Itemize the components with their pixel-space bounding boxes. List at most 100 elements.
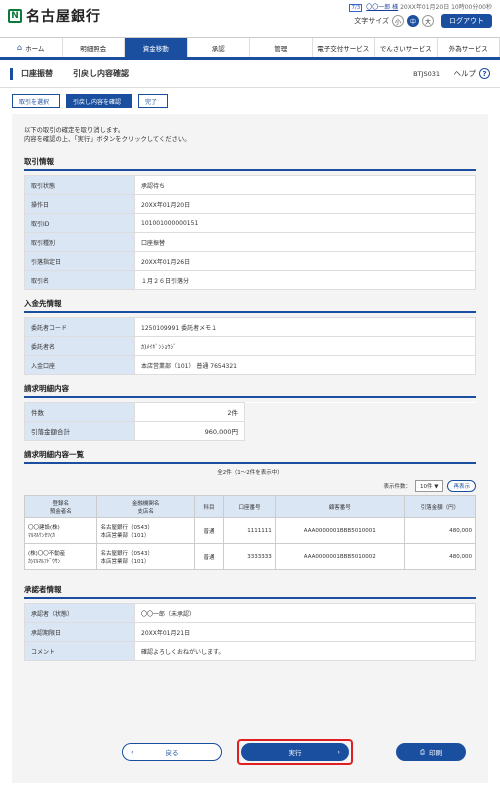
- help-label: ヘルプ: [453, 69, 477, 78]
- row-key: 承認者（状態）: [24, 603, 135, 623]
- col-header: 金融機関名 支店名: [96, 495, 195, 518]
- table-row: 取引状態 承認待ち: [24, 175, 476, 195]
- cell-type: 普通: [193, 543, 225, 570]
- home-icon: ⌂: [17, 43, 23, 52]
- action-buttons: ‹ 戻る 実行 › ⎙ 印刷: [0, 735, 500, 769]
- col-header: 登録名 預金者名: [23, 495, 98, 518]
- font-size-small-button[interactable]: 小: [392, 15, 404, 27]
- billing-summary-table: 件数 2件 引落金額合計 960,000円: [24, 402, 476, 441]
- nav-statements[interactable]: 明細照会: [63, 38, 125, 57]
- row-key: 入金口座: [24, 355, 135, 375]
- row-key: 承認期限日: [24, 622, 135, 642]
- user-badge: 7/3: [349, 4, 363, 12]
- nav-label: ホーム: [25, 44, 45, 53]
- cell-bank: 名古屋銀行（0543） 本店営業部（101）: [96, 517, 195, 544]
- execute-button[interactable]: 実行 ›: [241, 743, 349, 761]
- bank-name: 名古屋銀行: [26, 9, 101, 25]
- print-label: 印刷: [429, 749, 443, 757]
- approver-info-table: 承認者（状態） 〇〇一郎（未承認） 承認期限日 20XX年01月21日 コメント 確認…: [24, 603, 476, 661]
- nav-home[interactable]: ⌂ ホーム: [0, 38, 63, 57]
- bank-logo[interactable]: N 名古屋銀行: [8, 6, 101, 26]
- chevron-left-icon: ‹: [131, 748, 134, 756]
- nav-forex[interactable]: 外為サービス: [438, 38, 500, 57]
- logout-button[interactable]: ログアウト: [441, 14, 492, 28]
- printer-icon: ⎙: [419, 747, 426, 756]
- nav-approval[interactable]: 承認: [188, 38, 250, 57]
- row-value: 本店営業部（101） 普通 7654321: [134, 355, 476, 375]
- cell-amount: 480,000: [403, 543, 477, 570]
- row-key: 引落金額合計: [24, 421, 135, 441]
- deposit-info-table: 委託者コード 1250109991 委託者メモ１ 委託者名 ｶ)ﾒｲｷﾞﾝｼｮｳｼﾞ…: [24, 317, 476, 375]
- row-value: 20XX年01月20日: [134, 194, 476, 214]
- user-name-link[interactable]: 〇〇一郎 様: [366, 4, 398, 11]
- table-row: 委託者名 ｶ)ﾒｲｷﾞﾝｼｮｳｼﾞ: [24, 336, 476, 356]
- row-key: 取引種別: [24, 232, 135, 252]
- cell-line: ｶ)ﾏﾙﾏﾙﾌﾄﾞｳｻﾝ: [28, 558, 61, 565]
- display-count-select[interactable]: 10件 ▼: [415, 480, 444, 492]
- redisplay-button[interactable]: 再表示: [447, 480, 476, 492]
- row-key: 引落指定日: [24, 251, 135, 271]
- print-button[interactable]: ⎙ 印刷: [396, 743, 466, 761]
- title-accent: [10, 67, 13, 80]
- font-size-medium-button[interactable]: 中: [407, 15, 419, 27]
- cell-line: 名古屋銀行（0543）: [100, 524, 153, 531]
- table-row: 引落金額合計 960,000円: [24, 421, 476, 441]
- cell-customer: AAA0000001BBB5010001: [274, 517, 405, 544]
- table-header-row: 登録名 預金者名 金融機関名 支店名 科目 口座番号 顧客番号 引落金額（円）: [23, 495, 477, 518]
- row-value: １月２６日引落分: [134, 270, 476, 290]
- row-value: 1250109991 委託者メモ１: [134, 317, 476, 337]
- step-confirm: 引戻し内容を確認: [66, 94, 133, 108]
- section-title: 承認者情報: [24, 584, 476, 599]
- col-header: 口座番号: [223, 495, 276, 518]
- table-row: (株)〇〇不動産 ｶ)ﾏﾙﾏﾙﾌﾄﾞｳｻﾝ 名古屋銀行（0543） 本店営業部（10…: [23, 543, 477, 570]
- cell-amount: 480,000: [403, 517, 477, 544]
- back-button[interactable]: ‹ 戻る: [122, 743, 222, 761]
- intro-line: 内容を確認の上、「実行」ボタンをクリックしてください。: [24, 136, 191, 143]
- intro-text: 以下の取引の確定を取り消します。 内容を確認の上、「実行」ボタンをクリックしてく…: [24, 126, 476, 144]
- table-row: 入金口座 本店営業部（101） 普通 7654321: [24, 355, 476, 375]
- row-key: 委託者名: [24, 336, 135, 356]
- cell-account: 1111111: [223, 517, 276, 544]
- row-value: 口座振替: [134, 232, 476, 252]
- col-header: 引落金額（円）: [403, 495, 477, 518]
- user-info: 7/3 〇〇一郎 様 20XX年01月20日 10時00分00秒: [349, 2, 492, 12]
- table-row: 取引種別 口座振替: [24, 232, 476, 252]
- section-title: 取引情報: [24, 156, 476, 171]
- section-title: 口座振替: [21, 69, 53, 78]
- table-row: 取引名 １月２６日引落分: [24, 270, 476, 290]
- page-title: 引戻し内容確認: [73, 69, 129, 78]
- chevron-down-icon: ▼: [434, 484, 439, 490]
- nav-densai[interactable]: でんさいサービス: [375, 38, 438, 57]
- list-controls: 表示件数： 10件 ▼ 再表示: [24, 480, 476, 492]
- chevron-right-icon: ›: [337, 748, 340, 756]
- table-row: 〇〇建設(株) ﾏﾙﾏﾙｹﾝｾﾂ(ｶ 名古屋銀行（0543） 本店営業部（101） …: [23, 517, 477, 544]
- table-row: 委託者コード 1250109991 委託者メモ１: [24, 317, 476, 337]
- table-row: 引落指定日 20XX年01月26日: [24, 251, 476, 271]
- cell-line: ﾏﾙﾏﾙｹﾝｾﾂ(ｶ: [28, 532, 55, 539]
- col-header: 科目: [193, 495, 225, 518]
- exec-highlight: 実行 ›: [237, 739, 353, 765]
- bank-logo-icon: N: [8, 9, 22, 23]
- progress-steps: 取引を選択 引戻し内容を確認 完了: [0, 88, 500, 114]
- cell-line: (株)〇〇不動産: [28, 550, 66, 557]
- display-count-value: 10件: [420, 484, 433, 490]
- screen-code: BTJS031: [413, 69, 440, 78]
- row-value: ｶ)ﾒｲｷﾞﾝｼｮｳｼﾞ: [134, 336, 476, 356]
- table-row: 承認期限日 20XX年01月21日: [24, 622, 476, 642]
- table-row: コメント 確認よろしくおねがいします。: [24, 641, 476, 661]
- nav-fund-transfer[interactable]: 資金移動: [125, 38, 188, 57]
- help-link[interactable]: ヘルプ?: [453, 68, 490, 79]
- section-title: 入金先情報: [24, 298, 476, 313]
- col-header-line: 支店名: [137, 508, 154, 515]
- nav-management[interactable]: 管理: [250, 38, 313, 57]
- cell-type: 普通: [193, 517, 225, 544]
- row-key: 件数: [24, 402, 135, 422]
- cell-account: 3333333: [223, 543, 276, 570]
- font-size-large-button[interactable]: 大: [422, 15, 434, 27]
- cell-line: 名古屋銀行（0543）: [100, 550, 153, 557]
- page-title-bar: 口座振替 引戻し内容確認 BTJS031 ヘルプ?: [0, 60, 500, 88]
- row-value: 20XX年01月26日: [134, 251, 476, 271]
- nav-e-delivery[interactable]: 電子交付サービス: [313, 38, 375, 57]
- intro-line: 以下の取引の確定を取り消します。: [24, 127, 125, 134]
- txn-info-table: 取引状態 承認待ち 操作日 20XX年01月20日 取引ID 101001000000…: [24, 175, 476, 290]
